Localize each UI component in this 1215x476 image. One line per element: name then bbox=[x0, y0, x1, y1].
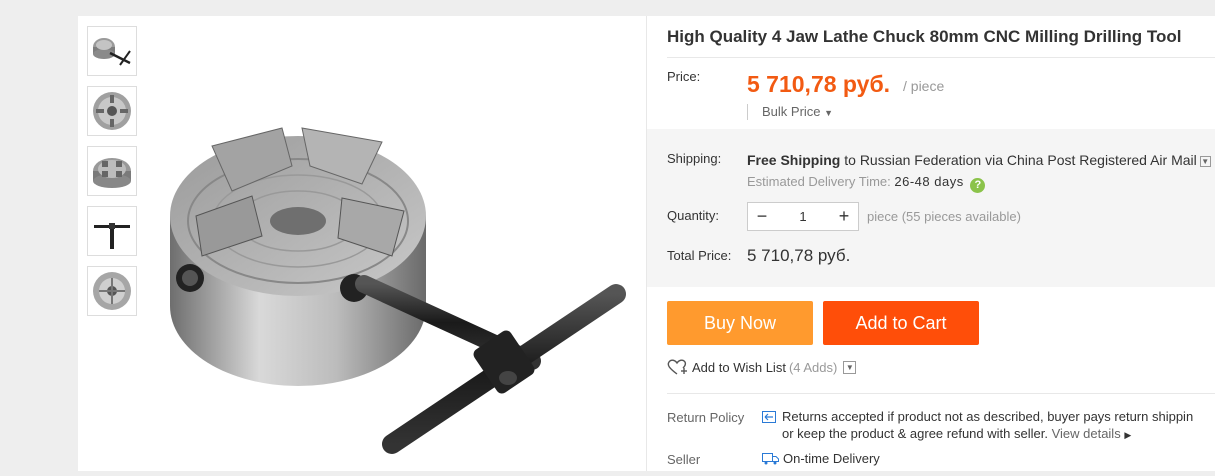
seller-guarantees-label: Seller bbox=[667, 452, 701, 467]
price-value: 5 710,78 руб. bbox=[747, 71, 891, 97]
return-policy-text: Returns accepted if product not as descr… bbox=[782, 408, 1193, 444]
free-shipping-text: Free Shipping bbox=[747, 152, 841, 168]
truck-icon bbox=[762, 453, 779, 465]
shipping-label: Shipping: bbox=[667, 151, 722, 166]
chevron-down-icon[interactable]: ▼ bbox=[1199, 155, 1211, 167]
add-to-cart-button[interactable]: Add to Cart bbox=[823, 301, 979, 345]
actions-divider bbox=[667, 393, 1215, 394]
wishlist-count: (4 Adds) bbox=[788, 360, 838, 375]
thumbnail-list bbox=[87, 26, 137, 326]
return-policy-line-2: or keep the product & agree refund with … bbox=[782, 426, 1048, 441]
return-icon bbox=[762, 411, 776, 423]
heart-plus-icon bbox=[667, 359, 687, 375]
lathe-chuck-image bbox=[170, 127, 626, 454]
product-info-panel: High Quality 4 Jaw Lathe Chuck 80mm CNC … bbox=[647, 16, 1215, 471]
quantity-available: piece (55 pieces available) bbox=[867, 209, 1021, 224]
on-time-delivery-label: On-time Delivery bbox=[783, 451, 880, 466]
total-price-value: 5 710,78 руб. bbox=[747, 246, 851, 265]
thumbnail-1[interactable] bbox=[87, 26, 137, 76]
quantity-increase-button[interactable]: + bbox=[830, 203, 858, 230]
shipping-destination: Russian Federation via China Post Regist… bbox=[859, 152, 1197, 168]
shipping-to-text: to bbox=[840, 152, 860, 168]
add-to-wishlist[interactable]: Add to Wish List (4 Adds) ▼ bbox=[667, 359, 857, 376]
total-price-label: Total Price: bbox=[667, 248, 732, 263]
estimated-delivery-label: Estimated Delivery Time: bbox=[747, 174, 891, 189]
chuck-key-thumbnail bbox=[94, 223, 130, 249]
title-divider bbox=[667, 57, 1215, 58]
product-page: High Quality 4 Jaw Lathe Chuck 80mm CNC … bbox=[78, 16, 1215, 471]
thumbnail-2[interactable] bbox=[87, 86, 137, 136]
quantity-label: Quantity: bbox=[667, 208, 720, 223]
bulk-price-dropdown[interactable]: Bulk Price ▼ bbox=[747, 104, 833, 120]
caret-down-icon: ▼ bbox=[824, 108, 834, 118]
quantity-stepper: − 1 + bbox=[747, 202, 859, 231]
help-icon[interactable]: ? bbox=[970, 178, 986, 193]
price-label: Price: bbox=[667, 69, 701, 84]
thumbnail-3[interactable] bbox=[87, 146, 137, 196]
quantity-decrease-button[interactable]: − bbox=[748, 203, 776, 230]
bulk-price-label: Bulk Price bbox=[762, 104, 821, 119]
buy-now-button[interactable]: Buy Now bbox=[667, 301, 813, 345]
price-unit: / piece bbox=[903, 78, 945, 94]
chuck-angle-thumbnail bbox=[93, 158, 131, 188]
return-policy-line-1: Returns accepted if product not as descr… bbox=[782, 409, 1194, 424]
wishlist-label: Add to Wish List bbox=[692, 360, 786, 375]
return-policy-label: Return Policy bbox=[667, 410, 745, 425]
caret-right-icon: ▶ bbox=[1124, 430, 1132, 440]
thumbnail-5[interactable] bbox=[87, 266, 137, 316]
estimated-delivery: Estimated Delivery Time: 26-48 days ? bbox=[747, 174, 986, 193]
shipping-method[interactable]: Free Shipping to Russian Federation via … bbox=[747, 152, 1211, 168]
on-time-delivery: On-time Delivery bbox=[762, 451, 880, 466]
chuck-back-thumbnail bbox=[93, 272, 131, 310]
chuck-with-key-thumbnail bbox=[93, 38, 131, 66]
product-title: High Quality 4 Jaw Lathe Chuck 80mm CNC … bbox=[667, 27, 1182, 46]
main-product-image[interactable] bbox=[142, 16, 646, 471]
quantity-input[interactable]: 1 bbox=[776, 209, 830, 224]
chevron-down-icon[interactable]: ▼ bbox=[843, 361, 857, 374]
estimated-delivery-days: 26-48 days bbox=[894, 174, 964, 189]
thumbnail-4[interactable] bbox=[87, 206, 137, 256]
view-details-link[interactable]: View details bbox=[1052, 426, 1121, 441]
chuck-front-thumbnail bbox=[93, 92, 131, 130]
